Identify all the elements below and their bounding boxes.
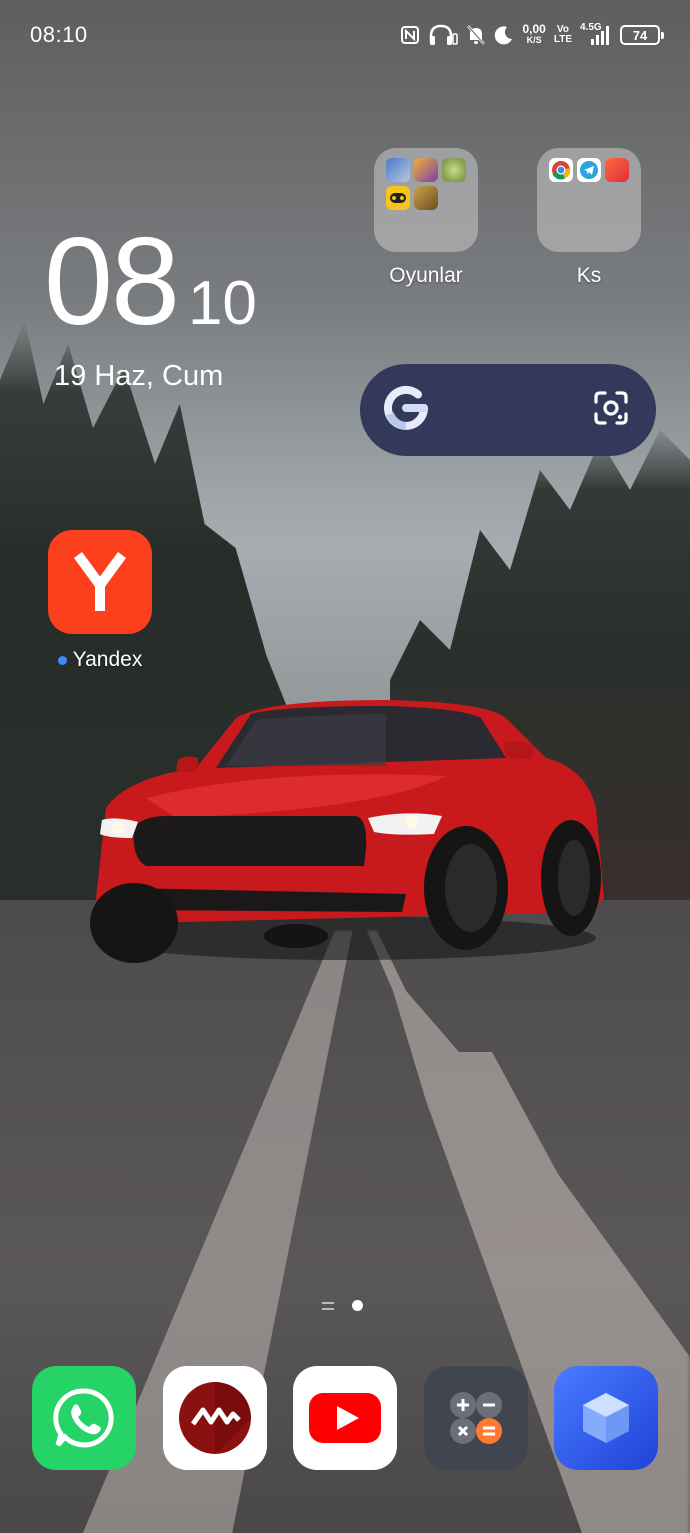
folder-icon bbox=[537, 148, 641, 252]
current-page-dot bbox=[352, 1300, 363, 1311]
wallpaper-red-car bbox=[90, 700, 604, 963]
nfc-icon bbox=[400, 25, 420, 45]
folder-label: Ks bbox=[576, 264, 602, 287]
game-controller-app-icon bbox=[386, 186, 410, 210]
headphones-icon bbox=[428, 24, 459, 46]
folder-ks[interactable]: Ks bbox=[537, 148, 641, 288]
new-install-dot bbox=[57, 655, 67, 665]
clock-widget[interactable]: 08 10 19 Haz, Cum bbox=[44, 213, 257, 393]
clock-time: 08 10 bbox=[44, 213, 257, 351]
clock-minutes: 10 bbox=[187, 269, 257, 338]
feed-page-indicator bbox=[322, 1301, 334, 1310]
dock-box-app-icon[interactable] bbox=[554, 1366, 658, 1470]
network-speed-value: 0,00 bbox=[522, 22, 546, 36]
dock-youtube-icon[interactable] bbox=[293, 1366, 397, 1470]
dock-music-player-icon[interactable] bbox=[163, 1366, 267, 1470]
page-indicator[interactable] bbox=[322, 1300, 363, 1311]
google-search-widget[interactable] bbox=[360, 364, 656, 456]
clock-date: 19 Haz, Cum bbox=[54, 360, 224, 392]
battery-icon: 74 bbox=[620, 25, 664, 45]
google-lens-icon[interactable] bbox=[592, 389, 630, 432]
network-speed-unit: K/S bbox=[526, 35, 542, 45]
pubg-app-icon bbox=[386, 158, 410, 182]
folder-icon bbox=[374, 148, 478, 252]
clash-app-icon bbox=[414, 158, 438, 182]
tank-app-icon bbox=[414, 186, 438, 210]
signal-icon: 4.5G bbox=[580, 22, 610, 47]
snake-app-icon bbox=[442, 158, 466, 182]
chrome-app-icon bbox=[549, 158, 573, 182]
moon-icon bbox=[494, 25, 514, 45]
status-icons: 0,00 K/S Vo LTE 4.5G 74 bbox=[400, 22, 664, 47]
app-label: Yandex bbox=[48, 648, 152, 672]
clock-hours: 08 bbox=[44, 213, 180, 351]
status-time: 08:10 bbox=[30, 22, 88, 47]
dock-whatsapp-icon[interactable] bbox=[32, 1366, 136, 1470]
status-bar: 08:10 0,00 K/S Vo LTE 4.5G 74 bbox=[0, 0, 690, 70]
folder-oyunlar[interactable]: Oyunlar bbox=[374, 148, 478, 288]
yandex-icon bbox=[48, 530, 152, 634]
volte-indicator: Vo LTE bbox=[554, 25, 572, 45]
google-g-icon[interactable] bbox=[380, 382, 432, 439]
dock-calculator-icon[interactable] bbox=[424, 1366, 528, 1470]
yandex-label: Yandex bbox=[72, 648, 143, 671]
telegram-app-icon bbox=[577, 158, 601, 182]
network-speed: 0,00 K/S bbox=[522, 22, 546, 46]
folder-label: Oyunlar bbox=[389, 264, 463, 287]
volte-bottom: LTE bbox=[553, 34, 572, 45]
bell-off-icon bbox=[466, 24, 486, 46]
app-yandex[interactable]: Yandex bbox=[48, 530, 152, 672]
dragon-app-icon bbox=[605, 158, 629, 182]
battery-level: 74 bbox=[632, 27, 648, 43]
